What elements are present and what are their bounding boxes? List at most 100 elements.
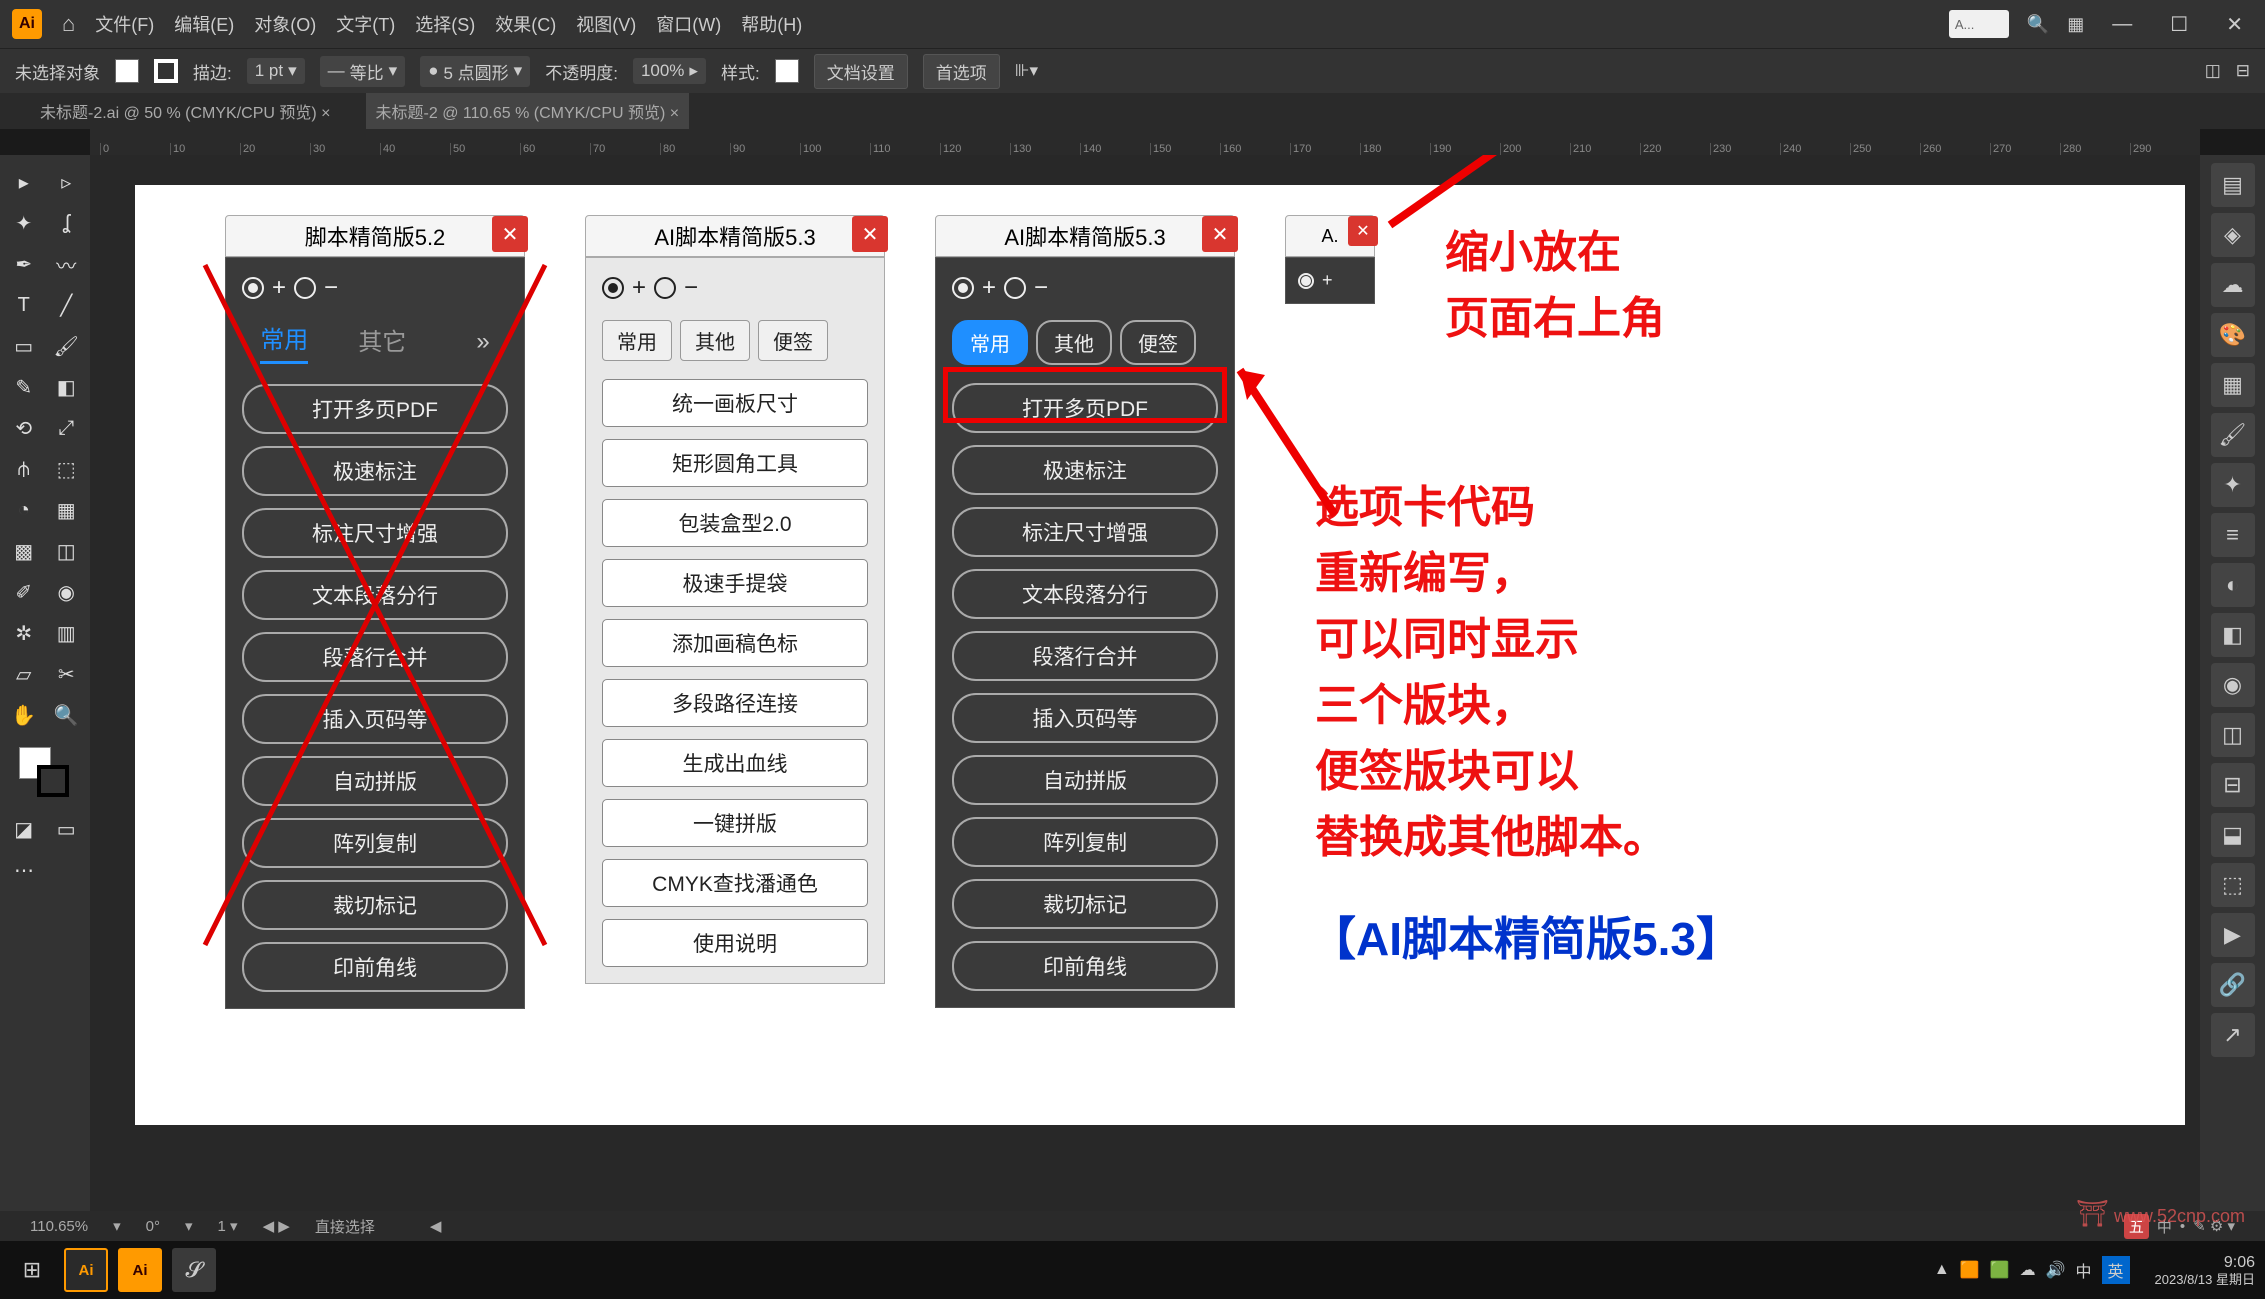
rectangle-tool[interactable]: ▭ bbox=[4, 327, 44, 365]
uniform-dropdown[interactable]: — 等比 ▾ bbox=[320, 56, 406, 87]
script-button[interactable]: 极速标注 bbox=[242, 446, 508, 496]
graphic-styles-panel-icon[interactable]: ◫ bbox=[2211, 713, 2255, 757]
color-panel-icon[interactable]: 🎨 bbox=[2211, 313, 2255, 357]
start-button[interactable]: ⊞ bbox=[10, 1248, 54, 1292]
symbol-sprayer-tool[interactable]: ✲ bbox=[4, 614, 44, 652]
paintbrush-tool[interactable]: 🖌 bbox=[47, 327, 87, 365]
gradient-tool[interactable]: ◫ bbox=[47, 532, 87, 570]
align-icon[interactable]: ⊪▾ bbox=[1015, 61, 1038, 81]
line-tool[interactable]: ╱ bbox=[47, 286, 87, 324]
search-icon[interactable]: 🔍 bbox=[2027, 14, 2049, 35]
shaper-tool[interactable]: ✎ bbox=[4, 368, 44, 406]
pathfinder-panel-icon[interactable]: ⬓ bbox=[2211, 813, 2255, 857]
window-minimize[interactable]: — bbox=[2102, 13, 2142, 36]
menu-help[interactable]: 帮助(H) bbox=[741, 11, 802, 37]
arrange-docs-icon[interactable]: ▦ bbox=[2067, 14, 2084, 35]
canvas-area[interactable]: 脚本精简版5.2 ✕ + − 常用 其它 » 打开多页PDF极速 bbox=[90, 155, 2200, 1215]
blend-tool[interactable]: ◉ bbox=[47, 573, 87, 611]
tray-icon[interactable]: ☁ bbox=[2020, 1260, 2036, 1280]
style-swatch[interactable] bbox=[775, 59, 799, 83]
radio-off-icon[interactable] bbox=[294, 277, 316, 299]
script-button[interactable]: 打开多页PDF bbox=[242, 384, 508, 434]
zoom-tool[interactable]: 🔍 bbox=[47, 696, 87, 734]
script-button[interactable]: CMYK查找潘通色 bbox=[602, 859, 868, 907]
zoom-level[interactable]: 110.65% bbox=[30, 1218, 88, 1235]
selection-tool[interactable]: ▸ bbox=[4, 163, 44, 201]
tab-other[interactable]: 其他 bbox=[1036, 320, 1112, 365]
taskbar-clock[interactable]: 9:06 2023/8/13 星期日 bbox=[2155, 1253, 2255, 1288]
tray-volume-icon[interactable]: 🔊 bbox=[2046, 1260, 2066, 1280]
menu-edit[interactable]: 编辑(E) bbox=[174, 11, 234, 37]
doc-setup-button[interactable]: 文档设置 bbox=[814, 54, 908, 89]
script-button[interactable]: 一键拼版 bbox=[602, 799, 868, 847]
brushes-panel-icon[interactable]: 🖌 bbox=[2211, 413, 2255, 457]
symbols-panel-icon[interactable]: ✦ bbox=[2211, 463, 2255, 507]
stroke-color[interactable] bbox=[37, 765, 69, 797]
doc-tab-2[interactable]: 未标题-2 @ 110.65 % (CMYK/CPU 预览) × bbox=[366, 93, 690, 129]
menu-window[interactable]: 窗口(W) bbox=[656, 11, 721, 37]
panel-52-tab-common[interactable]: 常用 bbox=[260, 320, 308, 364]
panel-53light-close[interactable]: ✕ bbox=[852, 216, 888, 252]
tab-notes[interactable]: 便签 bbox=[1120, 320, 1196, 365]
radio-off-icon[interactable] bbox=[654, 277, 676, 299]
chevron-right-icon[interactable]: » bbox=[476, 328, 489, 356]
radio-on-icon[interactable] bbox=[242, 277, 264, 299]
stroke-panel-icon[interactable]: ≡ bbox=[2211, 513, 2255, 557]
radio-off-icon[interactable] bbox=[1004, 277, 1026, 299]
script-button[interactable]: 自动拼版 bbox=[952, 755, 1218, 805]
menu-select[interactable]: 选择(S) bbox=[415, 11, 475, 37]
tab-common[interactable]: 常用 bbox=[602, 320, 672, 361]
pen-tool[interactable]: ✒ bbox=[4, 245, 44, 283]
hand-tool[interactable]: ✋ bbox=[4, 696, 44, 734]
prefs-button[interactable]: 首选项 bbox=[923, 54, 1000, 89]
script-button[interactable]: 统一画板尺寸 bbox=[602, 379, 868, 427]
asset-export-panel-icon[interactable]: ↗ bbox=[2211, 1013, 2255, 1057]
transform-panel-icon[interactable]: ⬚ bbox=[2211, 863, 2255, 907]
direct-selection-tool[interactable]: ▹ bbox=[47, 163, 87, 201]
rotation-value[interactable]: 0° bbox=[146, 1218, 160, 1235]
doc-tab-1[interactable]: 未标题-2.ai @ 50 % (CMYK/CPU 预览) × bbox=[30, 93, 341, 129]
panel-mini-close[interactable]: ✕ bbox=[1348, 216, 1378, 246]
slice-tool[interactable]: ✂ bbox=[47, 655, 87, 693]
libraries-panel-icon[interactable]: ☁ bbox=[2211, 263, 2255, 307]
ai-app-icon[interactable]: Ai bbox=[12, 9, 42, 39]
gradient-panel-icon[interactable]: ◐ bbox=[2211, 563, 2255, 607]
magic-wand-tool[interactable]: ✦ bbox=[4, 204, 44, 242]
appearance-panel-icon[interactable]: ◉ bbox=[2211, 663, 2255, 707]
free-transform-tool[interactable]: ⬚ bbox=[47, 450, 87, 488]
menu-effect[interactable]: 效果(C) bbox=[495, 11, 556, 37]
swatches-panel-icon[interactable]: ▦ bbox=[2211, 363, 2255, 407]
radio-on-icon[interactable] bbox=[952, 277, 974, 299]
window-maximize[interactable]: ☐ bbox=[2160, 12, 2198, 37]
panel-expand-icon[interactable]: ⊟ bbox=[2236, 61, 2250, 81]
mesh-tool[interactable]: ▩ bbox=[4, 532, 44, 570]
panel-toggle-icon[interactable]: ◫ bbox=[2205, 61, 2221, 81]
tray-ime-1[interactable]: 中 bbox=[2076, 1258, 2092, 1282]
color-mode-icon[interactable]: ◪ bbox=[4, 810, 44, 848]
opacity-field[interactable]: 100% ▸ bbox=[633, 58, 706, 84]
tray-icon[interactable]: ▲ bbox=[1934, 1261, 1950, 1279]
script-button[interactable]: 印前角线 bbox=[242, 942, 508, 992]
shape-builder-tool[interactable]: ◔ bbox=[4, 491, 44, 529]
script-button[interactable]: 阵列复制 bbox=[242, 818, 508, 868]
fill-swatch[interactable] bbox=[115, 59, 139, 83]
script-button[interactable]: 段落行合并 bbox=[242, 632, 508, 682]
script-button[interactable]: 添加画稿色标 bbox=[602, 619, 868, 667]
menu-object[interactable]: 对象(O) bbox=[254, 11, 316, 37]
tray-icon[interactable]: 🟩 bbox=[1990, 1260, 2010, 1280]
tab-common[interactable]: 常用 bbox=[952, 320, 1028, 365]
tab-notes[interactable]: 便签 bbox=[758, 320, 828, 361]
script-button[interactable]: 多段路径连接 bbox=[602, 679, 868, 727]
artboard-nav[interactable]: 1 ▾ bbox=[218, 1217, 238, 1235]
menu-file[interactable]: 文件(F) bbox=[95, 11, 154, 37]
brush-dropdown[interactable]: ● 5 点圆形 ▾ bbox=[420, 56, 530, 87]
script-button[interactable]: 裁切标记 bbox=[952, 879, 1218, 929]
align-panel-icon[interactable]: ⊟ bbox=[2211, 763, 2255, 807]
tray-icon[interactable]: 🟧 bbox=[1960, 1260, 1980, 1280]
script-button[interactable]: 自动拼版 bbox=[242, 756, 508, 806]
fill-stroke-control[interactable] bbox=[19, 747, 69, 797]
taskbar-app-3[interactable]: 𝓢 bbox=[172, 1248, 216, 1292]
panel-52-close[interactable]: ✕ bbox=[492, 216, 528, 252]
script-button[interactable]: 矩形圆角工具 bbox=[602, 439, 868, 487]
menu-view[interactable]: 视图(V) bbox=[576, 11, 636, 37]
